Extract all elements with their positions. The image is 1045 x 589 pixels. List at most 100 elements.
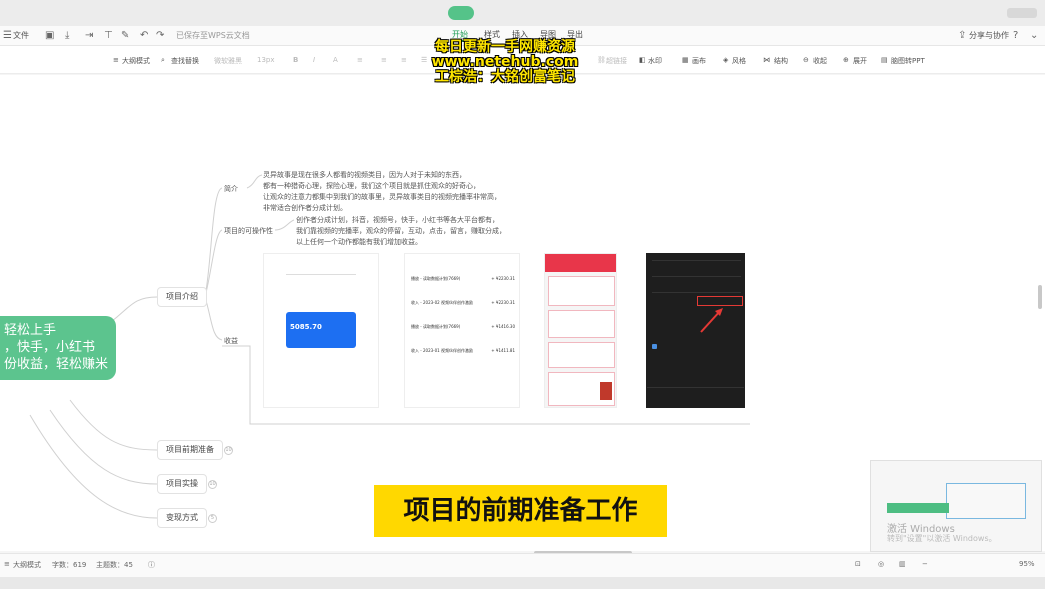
align-center-icon[interactable]: ≡	[381, 56, 387, 64]
badge-practice[interactable]: 10	[208, 480, 217, 489]
pen-icon[interactable]: ✎	[121, 30, 129, 41]
style-icon[interactable]: ◈	[723, 56, 728, 64]
preview-window	[946, 483, 1026, 519]
badge-preparation[interactable]: 10	[224, 446, 233, 455]
status-bar: ≡ 大纲模式 字数：619 主题数：45 ⓘ ⊡ ◎ ▥ − 95%	[0, 553, 1045, 577]
branch-project-intro[interactable]: 项目介绍	[157, 287, 207, 307]
word-count: 字数：619	[52, 561, 87, 569]
expand-icon[interactable]: ⊕	[843, 56, 849, 64]
intro-line: 让观众的注意力都集中到我们的故事里，灵异故事类目的视频完播率非常高，	[263, 193, 501, 201]
menu-divider	[652, 276, 741, 277]
undo-icon[interactable]: ↶	[140, 30, 148, 41]
activation-panel: 激活 Windows 转到"设置"以激活 Windows。	[870, 460, 1042, 552]
subtopic-intro[interactable]: 简介	[224, 184, 238, 194]
font-color-icon[interactable]: A	[333, 56, 338, 64]
app-header	[545, 254, 616, 272]
share-button[interactable]: 分享与协作	[969, 30, 1009, 41]
info-icon[interactable]: ⓘ	[148, 560, 155, 570]
active-doc-tab[interactable]	[448, 6, 474, 20]
save-status: 已保存至WPS云文档	[176, 31, 250, 40]
style-button[interactable]: 风格	[732, 56, 746, 66]
file-menu[interactable]: 文件	[13, 30, 29, 41]
feasibility-line: 我们靠视频的完播率，观众的停留，互动，点击，留言，赚取分成，	[296, 227, 506, 235]
record-row: 收入 - 2023-02 视频伙伴创作激励 + ¥2230.31	[411, 300, 515, 305]
subtopic-feasibility[interactable]: 项目的可操作性	[224, 226, 273, 236]
root-topic[interactable]: 轻松上手 ，快手，小红书 份收益，轻松赚米	[0, 316, 116, 380]
menu-icon[interactable]: ☰	[3, 30, 12, 41]
services-card	[548, 342, 615, 368]
chevron-down-icon[interactable]: ⌄	[1030, 30, 1038, 41]
income-screenshot-2[interactable]: 播放 - 读取数据计划(7669) + ¥2230.31 收入 - 2023-02…	[404, 253, 520, 408]
feasibility-line: 创作者分成计划，抖音，视频号，快手，小红书等各大平台都有，	[296, 216, 499, 224]
share-icon[interactable]: ⇪	[958, 30, 966, 41]
stats-card	[548, 276, 615, 306]
preview-bar	[887, 503, 949, 513]
vertical-scrollbar[interactable]	[1038, 285, 1042, 309]
watermark-button[interactable]: 水印	[648, 56, 662, 66]
branch-practice[interactable]: 项目实操	[157, 474, 207, 494]
settings-icon	[652, 344, 657, 349]
font-select[interactable]: 微软雅黑	[214, 56, 242, 66]
bottom-nav	[647, 387, 744, 407]
zoom-out-icon[interactable]: −	[922, 560, 928, 568]
help-icon[interactable]: ?	[1013, 30, 1018, 41]
align-left-icon[interactable]: ≡	[357, 56, 363, 64]
italic-icon[interactable]: I	[313, 56, 315, 64]
redo-icon[interactable]: ↷	[156, 30, 164, 41]
bold-icon[interactable]: B	[293, 56, 298, 64]
font-size-select[interactable]: 13px	[257, 56, 275, 64]
locate-icon[interactable]: ◎	[878, 560, 884, 568]
map-icon[interactable]: ▥	[899, 560, 906, 568]
collapse-icon[interactable]: ⊖	[803, 56, 809, 64]
feasibility-text[interactable]: 创作者分成计划，抖音，视频号，快手，小红书等各大平台都有， 我们靠视频的完播率，…	[296, 215, 506, 248]
subtopic-income[interactable]: 收益	[224, 336, 238, 346]
canvas-icon[interactable]: ▦	[682, 56, 689, 64]
search-icon[interactable]: ⌕	[161, 56, 165, 65]
save-icon[interactable]: ▣	[45, 30, 54, 41]
outline-mode-icon[interactable]: ≡	[113, 56, 119, 64]
income-screenshot-4[interactable]	[646, 253, 745, 408]
menu-divider	[652, 292, 741, 293]
divider	[286, 274, 356, 275]
branch-monetization[interactable]: 变现方式	[157, 508, 207, 528]
canvas-button[interactable]: 画布	[692, 56, 706, 66]
export-icon[interactable]: ⇥	[85, 30, 93, 41]
promo-overlay: 每日更新一手网赚资源 www.netehub.com 工棕浩：大铭创富笔记	[400, 40, 610, 85]
intro-line: 灵异故事是现在很多人都看的视频类目，因为人对于未知的东西，	[263, 171, 466, 179]
root-line-2: ，快手，小红书	[4, 340, 96, 355]
top-bar	[0, 0, 1045, 26]
record-row: 播放 - 读取数据计划(7669) + ¥1416.30	[411, 324, 515, 329]
income-screenshot-1[interactable]: 5085.70	[263, 253, 379, 408]
watermark-icon[interactable]: ◧	[639, 56, 646, 64]
outline-mode-button[interactable]: 大纲模式	[122, 56, 150, 66]
format-painter-icon[interactable]: ⊤	[104, 30, 113, 41]
income-screenshot-3[interactable]	[544, 253, 617, 408]
intro-line: 非常适合创作者分成计划。	[263, 204, 347, 212]
zoom-level[interactable]: 95%	[1019, 560, 1035, 568]
structure-button[interactable]: 结构	[774, 56, 788, 66]
feasibility-line: 以上任何一个动作都能有我们增加收益。	[296, 238, 422, 246]
badge-monetization[interactable]: 5	[208, 514, 217, 523]
expand-button[interactable]: 展开	[853, 56, 867, 66]
balance-amount: 5085.70	[290, 323, 322, 331]
download-icon[interactable]: ⤓	[65, 30, 69, 41]
book-cover	[600, 382, 612, 400]
promo-line-2: www.netehub.com	[431, 54, 579, 70]
branch-preparation[interactable]: 项目前期准备	[157, 440, 223, 460]
outline-icon[interactable]: ≡	[4, 560, 10, 568]
status-mode[interactable]: 大纲模式	[13, 560, 41, 570]
taskbar-strip	[0, 577, 1045, 589]
promo-line-1: 每日更新一手网赚资源	[435, 39, 575, 55]
structure-icon[interactable]: ⋈	[763, 56, 770, 64]
record-row: 播放 - 读取数据计划(7669) + ¥2230.31	[411, 276, 515, 281]
fit-icon[interactable]: ⊡	[855, 560, 861, 568]
intro-text[interactable]: 灵异故事是现在很多人都看的视频类目，因为人对于未知的东西， 都有一种猎奇心理，探…	[263, 170, 501, 214]
highlight-box	[697, 296, 743, 306]
record-row: 收入 - 2023-01 视频伙伴创作激励 + ¥1411.81	[411, 348, 515, 353]
to-ppt-button[interactable]: 脑图转PPT	[891, 56, 925, 66]
topic-count: 主题数：45	[96, 561, 133, 569]
collapse-button[interactable]: 收起	[813, 56, 827, 66]
find-replace-button[interactable]: 查找替换	[171, 56, 199, 66]
ppt-icon[interactable]: ▤	[881, 56, 888, 64]
window-controls[interactable]	[1007, 8, 1037, 18]
